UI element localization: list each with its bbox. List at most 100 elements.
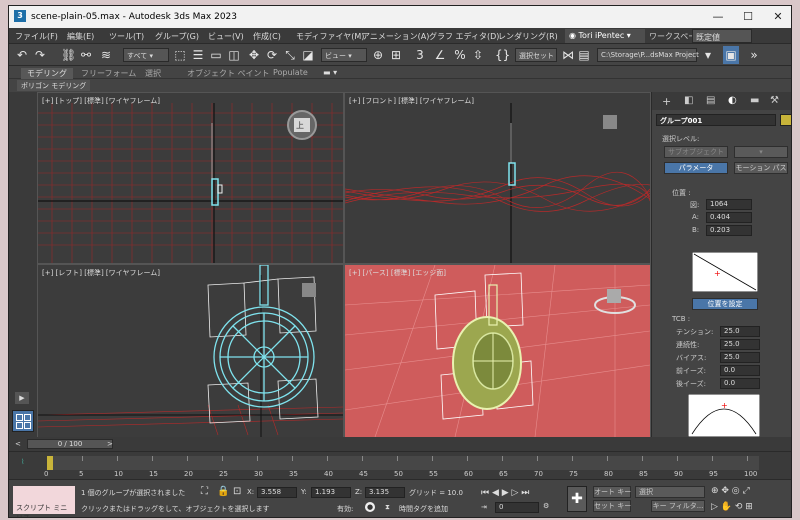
selection-filter-select[interactable]: すべて ▾	[123, 48, 169, 62]
unlink-icon[interactable]: ⚯	[79, 46, 93, 64]
tab-modeling[interactable]: モデリング	[21, 68, 73, 79]
isolate-icon[interactable]: ⛶	[201, 486, 208, 497]
tcb-field-bias[interactable]: 25.0	[720, 352, 760, 363]
viewport-label-left[interactable]: [+] [レフト] [標準] [ワイヤフレーム]	[42, 268, 160, 278]
object-color-swatch[interactable]	[780, 114, 791, 126]
placement-icon[interactable]: ◪	[301, 46, 315, 64]
set-key-big-button[interactable]: ✚	[567, 486, 587, 512]
undo-icon[interactable]: ↶	[15, 46, 29, 64]
select-by-name-icon[interactable]: ☰	[191, 46, 205, 64]
track-ruler[interactable]: 0 5 10 15 20 25 30 35 40 45 50 55 60 65 70 75 80 85 90 95 10…	[44, 456, 759, 478]
auto-key-button[interactable]: オート キー	[593, 486, 631, 498]
viewcube-top-label[interactable]: 上	[296, 120, 304, 131]
time-next-icon[interactable]: >	[107, 440, 113, 448]
mirror-icon[interactable]: ⋈	[561, 46, 575, 64]
time-slider[interactable]: 0 / 100	[27, 439, 113, 449]
viewport-top[interactable]: [+] [トップ] [標準] [ワイヤフレーム] 上	[38, 93, 343, 263]
named-selection-select[interactable]: 選択セット	[515, 48, 557, 62]
maximize-button[interactable]: ☐	[733, 6, 763, 28]
window-crossing-icon[interactable]: ◫	[227, 46, 241, 64]
tab-selection[interactable]: 選択	[145, 68, 161, 79]
position-field-0[interactable]: 1064	[706, 199, 752, 210]
tab-freeform[interactable]: フリーフォーム	[81, 68, 136, 79]
menu-view[interactable]: ビュー(V)	[208, 31, 244, 42]
play-icon[interactable]: ▶	[15, 392, 29, 404]
tcb-field-continuity[interactable]: 25.0	[720, 339, 760, 350]
position-field-1[interactable]: 0.404	[706, 212, 752, 223]
bind-spacewarp-icon[interactable]: ≋	[99, 46, 113, 64]
user-account-button[interactable]: ◉ Tori iPentec ▾	[565, 29, 645, 43]
move-icon[interactable]: ✥	[247, 46, 261, 64]
pivot-center-icon[interactable]: ⊕	[371, 46, 385, 64]
select-object-icon[interactable]: ⬚	[173, 46, 187, 64]
link-icon[interactable]: ⛓	[61, 46, 76, 64]
select-manipulate-icon[interactable]: ⊞	[389, 46, 403, 64]
coord-y-field[interactable]: 1.193	[311, 487, 351, 498]
tcb-field-ease-from[interactable]: 0.0	[720, 378, 760, 389]
display-tab-icon[interactable]: ▬	[750, 95, 759, 106]
viewport-label-top[interactable]: [+] [トップ] [標準] [ワイヤフレーム]	[42, 96, 160, 106]
hierarchy-tab-icon[interactable]: ▤	[706, 95, 715, 106]
menu-graph-editors[interactable]: グラフ エディタ(D)	[429, 31, 499, 42]
lock-icon[interactable]: 🔒	[217, 486, 229, 497]
sub-object-button[interactable]: サブオブジェクト	[664, 146, 728, 158]
select-region-icon[interactable]: ▭	[209, 46, 223, 64]
viewport-perspective[interactable]: [+] [パース] [標準] [エッジ面]	[345, 265, 650, 437]
align-icon[interactable]: ▤	[577, 46, 591, 64]
set-position-button[interactable]: 位置を設定	[692, 298, 758, 310]
selection-set-select[interactable]: 選択	[635, 486, 705, 498]
key-mode-icon[interactable]: ⇥	[481, 503, 487, 511]
menu-group[interactable]: グループ(G)	[155, 31, 199, 42]
position-field-2[interactable]: 0.203	[706, 225, 752, 236]
time-config-icon[interactable]: ⚙	[543, 502, 549, 510]
ribbon-options-icon[interactable]: ▬ ▾	[323, 68, 337, 77]
absolute-mode-icon[interactable]: ⊡	[233, 486, 241, 497]
tcb-field-tension[interactable]: 25.0	[720, 326, 760, 337]
coord-x-field[interactable]: 3.558	[257, 487, 297, 498]
viewport-label-front[interactable]: [+] [フロント] [標準] [ワイヤフレーム]	[349, 96, 474, 106]
minimize-button[interactable]: —	[703, 6, 733, 28]
spinner-snap-icon[interactable]: ⇳	[471, 46, 485, 64]
navigation-controls-2[interactable]: ▷ ✋ ⟲ ⊞	[711, 502, 753, 512]
percent-snap-icon[interactable]: %	[453, 46, 467, 64]
reference-coord-select[interactable]: ビュー ▾	[321, 48, 367, 62]
coord-z-field[interactable]: 3.135	[365, 487, 405, 498]
angle-snap-icon[interactable]: ∠	[433, 46, 447, 64]
layout-grid-icon[interactable]	[12, 410, 34, 432]
project-folder-icon[interactable]: ▾	[701, 46, 715, 64]
menu-rendering[interactable]: レンダリング(R)	[498, 31, 558, 42]
polygon-modeling-panel[interactable]: ポリゴン モデリング	[17, 80, 91, 91]
snap-toggle-icon[interactable]: 3	[413, 46, 427, 64]
scale-icon[interactable]: ⤡	[283, 46, 297, 64]
motion-tab-icon[interactable]: ◐	[728, 95, 737, 106]
viewport-left[interactable]: [+] [レフト] [標準] [ワイヤフレーム]	[38, 265, 343, 437]
menu-modifiers[interactable]: モディファイヤ(M)	[296, 31, 364, 42]
parameters-button[interactable]: パラメータ	[664, 162, 728, 174]
current-frame-field[interactable]: 0	[495, 502, 539, 513]
utilities-tab-icon[interactable]: ⚒	[770, 95, 779, 106]
set-key-button[interactable]: セット キー	[593, 500, 631, 512]
modify-tab-icon[interactable]: ◧	[684, 95, 693, 106]
viewport-front[interactable]: [+] [フロント] [標準] [ワイヤフレーム]	[345, 93, 650, 263]
object-name-field[interactable]: グループ001	[656, 114, 776, 126]
playback-controls[interactable]: ⏮ ◀ ▶ ▷ ⏭	[481, 488, 529, 498]
time-tag-icon[interactable]: ⧗	[385, 503, 390, 512]
save-icon[interactable]: ▣	[723, 46, 739, 64]
time-cursor[interactable]	[47, 456, 53, 470]
key-filters-button[interactable]: キー フィルタ...	[651, 500, 705, 512]
menu-file[interactable]: ファイル(F)	[15, 31, 58, 42]
workspace-select[interactable]: 既定値	[692, 29, 752, 43]
viewport-label-persp[interactable]: [+] [パース] [標準] [エッジ面]	[349, 268, 446, 278]
add-time-tag[interactable]: 時間タグを追加	[399, 504, 448, 514]
menu-animation[interactable]: アニメーション(A)	[362, 31, 429, 42]
menu-tools[interactable]: ツール(T)	[109, 31, 144, 42]
edit-named-selsets-icon[interactable]: {}	[495, 46, 510, 64]
adaptive-degradation-icon[interactable]: ●	[365, 502, 375, 512]
tcb-field-ease-to[interactable]: 0.0	[720, 365, 760, 376]
close-button[interactable]: ✕	[763, 6, 791, 28]
tab-populate[interactable]: Populate	[273, 68, 308, 77]
motion-paths-button[interactable]: モーション パス	[734, 162, 788, 174]
rotate-icon[interactable]: ⟳	[265, 46, 279, 64]
menu-create[interactable]: 作成(C)	[253, 31, 281, 42]
create-tab-icon[interactable]: +	[662, 95, 671, 108]
